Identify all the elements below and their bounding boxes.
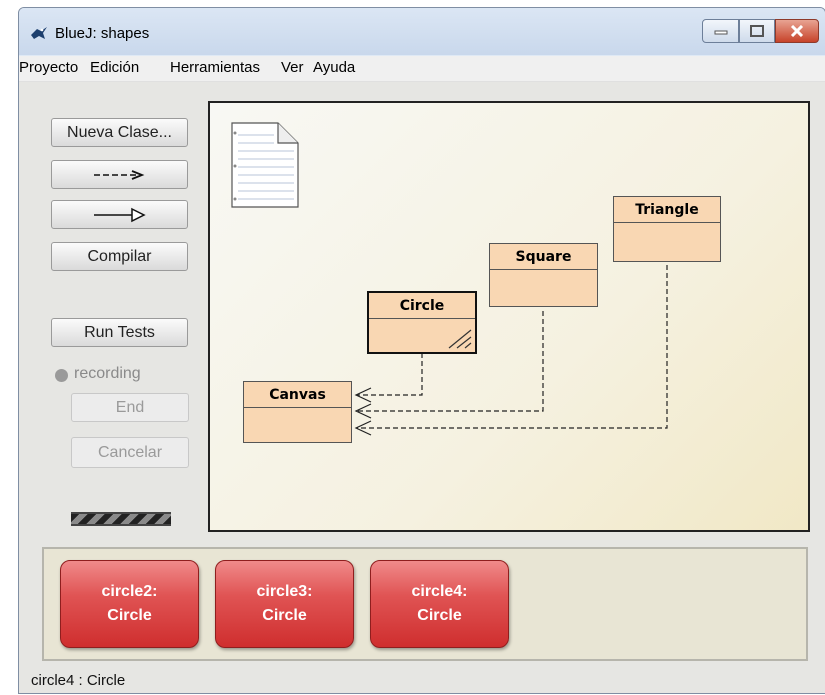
object-circle3-name: circle3: [256, 583, 313, 600]
object-bench: circle2: Circle circle3: Circle circle4:… [42, 547, 808, 661]
object-circle4-name: circle4: [411, 583, 468, 600]
class-circle-name: Circle [369, 293, 475, 319]
class-circle[interactable]: Circle [367, 291, 477, 354]
minimize-button[interactable] [702, 19, 739, 43]
inheritance-arrow-icon [93, 207, 146, 222]
maximize-icon [750, 25, 764, 37]
object-circle4-type: Circle [417, 607, 462, 624]
menu-ayuda[interactable]: Ayuda [313, 59, 355, 76]
compile-button[interactable]: Compilar [51, 242, 188, 271]
object-circle3[interactable]: circle3: Circle [215, 560, 354, 648]
recording-label: recording [74, 365, 141, 382]
title-bar: BlueJ: shapes [19, 8, 825, 55]
cancel-button[interactable]: Cancelar [71, 437, 189, 468]
resize-handle-icon[interactable] [447, 328, 473, 350]
menu-bar: Proyecto Edición Herramientas Ver Ayuda [19, 56, 825, 82]
end-button[interactable]: End [71, 393, 189, 422]
recording-indicator [55, 369, 68, 382]
maximize-button[interactable] [739, 19, 775, 43]
run-tests-button[interactable]: Run Tests [51, 318, 188, 347]
menu-proyecto[interactable]: Proyecto [19, 59, 78, 76]
menu-edicion[interactable]: Edición [90, 59, 139, 76]
class-square[interactable]: Square [489, 243, 598, 307]
inheritance-arrow-button[interactable] [51, 200, 188, 229]
main-area: Nueva Clase... Compilar Run Tests record… [19, 82, 825, 693]
menu-ver[interactable]: Ver [281, 59, 304, 76]
dependency-arrows [354, 265, 668, 436]
bluej-bird-icon [31, 27, 47, 39]
new-class-button[interactable]: Nueva Clase... [51, 118, 188, 147]
machine-progress-bar [71, 512, 171, 526]
object-circle3-type: Circle [262, 607, 307, 624]
dashed-arrow-icon [93, 169, 144, 180]
object-circle2-type: Circle [107, 607, 152, 624]
bluej-window: BlueJ: shapes Proyecto Edición Herramien… [18, 7, 825, 694]
class-diagram[interactable]: Triangle Square Circle Canvas [208, 101, 810, 532]
class-canvas[interactable]: Canvas [243, 381, 352, 443]
close-button[interactable] [775, 19, 819, 43]
object-circle2[interactable]: circle2: Circle [60, 560, 199, 648]
class-canvas-name: Canvas [244, 382, 351, 408]
close-icon [790, 25, 804, 37]
object-circle4[interactable]: circle4: Circle [370, 560, 509, 648]
class-square-name: Square [490, 244, 597, 270]
menu-herramientas[interactable]: Herramientas [170, 59, 260, 76]
class-triangle-name: Triangle [614, 197, 720, 223]
dependency-arrow-button[interactable] [51, 160, 188, 189]
minimize-icon [714, 30, 727, 35]
object-circle2-name: circle2: [101, 583, 158, 600]
window-title: BlueJ: shapes [55, 25, 150, 42]
class-triangle[interactable]: Triangle [613, 196, 721, 262]
status-bar-text: circle4 : Circle [31, 672, 126, 689]
